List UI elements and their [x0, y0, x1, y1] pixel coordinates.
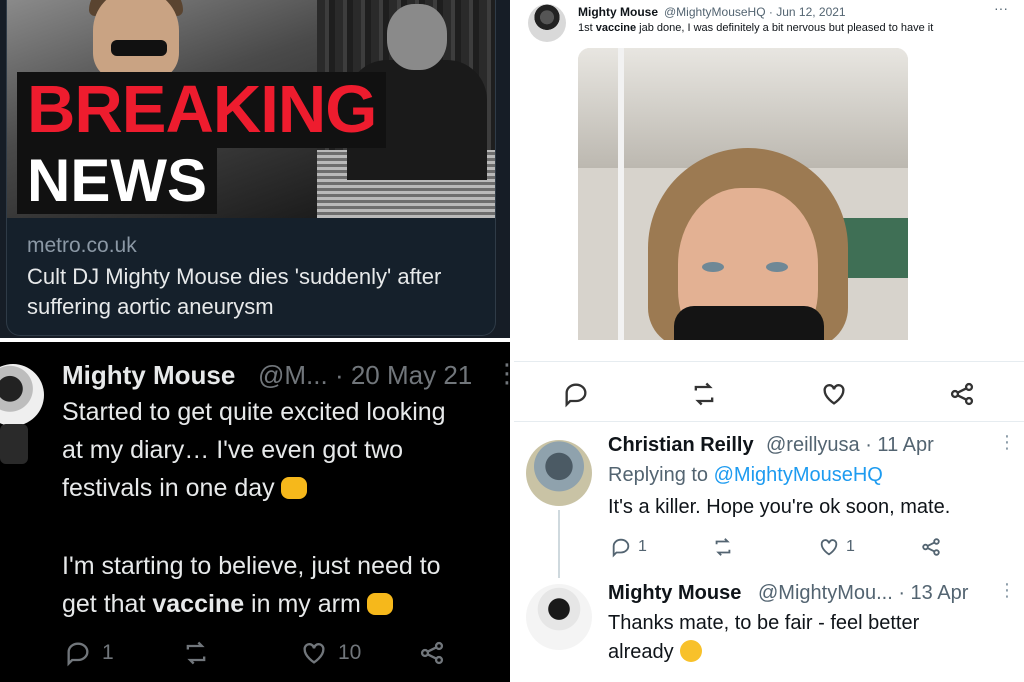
tweet-photo[interactable] [578, 48, 908, 340]
reply-thread-panel: Christian Reilly @reillyusa · 11 Apr ⋮ R… [512, 340, 1024, 682]
tweet-author-name[interactable]: Mighty Mouse [578, 5, 658, 19]
heart-icon[interactable] [820, 380, 848, 408]
share-button[interactable] [920, 536, 948, 558]
link-card[interactable]: BREAKING NEWS metro.co.uk Cult DJ Mighty… [6, 0, 496, 336]
retweet-icon[interactable] [690, 380, 718, 408]
tweet-text-line: festivals in one day [62, 474, 307, 503]
thread-line [558, 510, 560, 578]
reply-text: Thanks mate, to be fair - feel better [608, 612, 920, 634]
tweet-text-line: get that vaccine in my arm [62, 590, 393, 619]
retweet-button[interactable] [182, 638, 220, 668]
heart-icon [303, 643, 325, 664]
share-icon [922, 538, 940, 556]
more-options-icon[interactable]: ··· [994, 0, 1008, 16]
tweet-text: 1st vaccine jab done, I was definitely a… [578, 22, 934, 34]
like-count: 10 [338, 641, 362, 664]
avatar[interactable] [526, 440, 592, 506]
heart-icon [820, 539, 838, 556]
reply-icon [612, 538, 630, 558]
face-mask [674, 306, 824, 340]
reply-meta: @reillyusa · 11 Apr [766, 434, 934, 456]
share-icon[interactable] [948, 380, 976, 408]
link-domain: metro.co.uk [27, 234, 137, 257]
share-button[interactable] [418, 638, 456, 668]
link-headline: Cult DJ Mighty Mouse dies 'suddenly' aft… [27, 264, 442, 319]
reply-text: already [608, 640, 702, 664]
avatar[interactable] [0, 364, 44, 426]
reply-button[interactable]: 1 [64, 638, 114, 668]
tweet-text-line: I'm starting to believe, just need to [62, 552, 441, 580]
replying-to: Replying to @MightyMouseHQ [608, 464, 883, 486]
vaccine-tweet-panel: Mighty Mouse @MightyMouseHQ · Jun 12, 20… [512, 0, 1024, 340]
reply-count: 1 [638, 538, 647, 555]
avatar[interactable] [526, 584, 592, 650]
like-count: 1 [846, 538, 855, 555]
reply-icon [67, 642, 89, 667]
news-link-panel: BREAKING NEWS metro.co.uk Cult DJ Mighty… [0, 0, 512, 340]
reply-author-name[interactable]: Mighty Mouse [608, 582, 741, 605]
retweet-button[interactable] [712, 536, 740, 558]
dj-photo-second [387, 4, 447, 70]
collage-divider [0, 338, 512, 342]
like-button[interactable]: 10 [300, 638, 361, 668]
fist-emoji-icon [280, 477, 307, 499]
reply-icon[interactable] [562, 380, 590, 408]
more-options-icon[interactable]: ⋮ [998, 432, 1016, 453]
reply-author-name[interactable]: Christian Reilly [608, 434, 754, 457]
like-button[interactable]: 1 [818, 536, 855, 558]
share-icon [420, 641, 444, 665]
link-card-image: BREAKING NEWS [7, 0, 495, 218]
tweet-text-line: Started to get quite excited looking [62, 398, 446, 426]
reply-text: It's a killer. Hope you're ok soon, mate… [608, 496, 951, 518]
news-banner: NEWS [17, 148, 217, 214]
tweet-text-line: at my diary… I've even got two [62, 436, 404, 464]
reply-meta: @MightyMou... · 13 Apr [758, 582, 969, 604]
avatar[interactable] [528, 4, 566, 42]
tweet-action-bar [512, 362, 1024, 422]
reply-count: 1 [102, 641, 114, 664]
tweet-meta: @MightyMouseHQ · Jun 12, 2021 [664, 5, 846, 19]
diary-tweet-panel: Mighty Mouse @M... · 20 May 21 ⋮ Started… [0, 342, 512, 682]
reply-button[interactable]: 1 [610, 536, 647, 558]
replying-to-link[interactable]: @MightyMouseHQ [714, 464, 883, 486]
more-options-icon[interactable]: ⋮ [998, 580, 1016, 601]
sunglasses [111, 40, 167, 56]
kiss-face-emoji-icon [679, 640, 702, 662]
raised-hands-emoji-icon [366, 593, 393, 615]
tweet-author-name[interactable]: Mighty Mouse [62, 360, 235, 391]
retweet-icon [715, 538, 731, 556]
breaking-banner: BREAKING [17, 72, 387, 148]
retweet-icon [186, 641, 206, 665]
tweet-meta: @M... · 20 May 21 [258, 360, 473, 390]
